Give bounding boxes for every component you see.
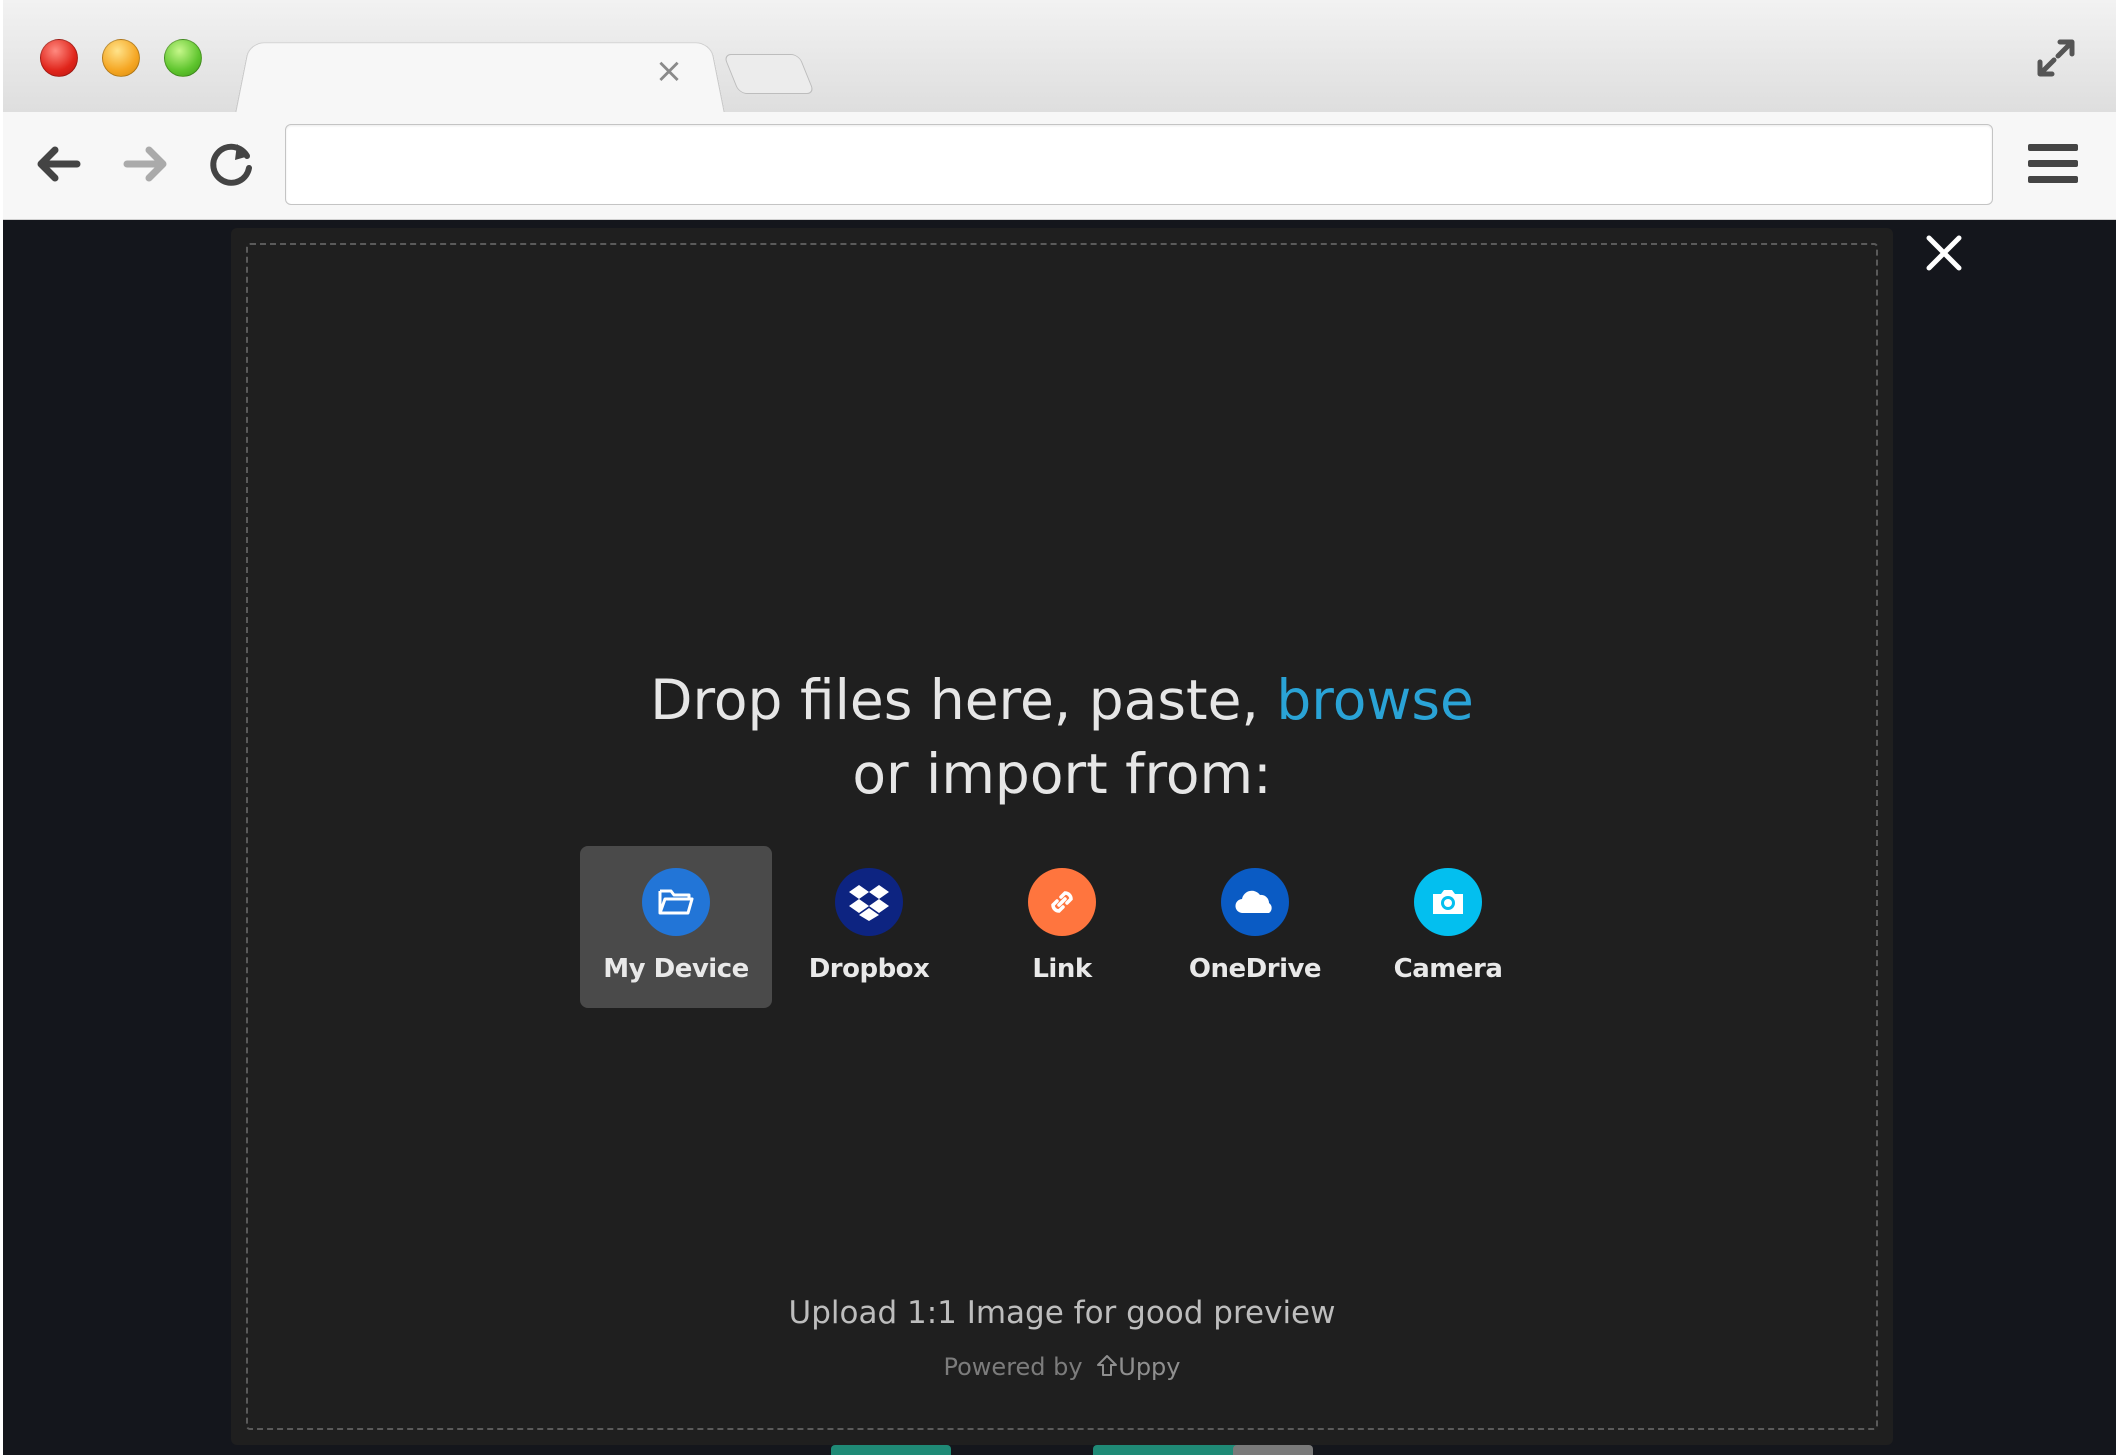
source-label: Link	[1032, 954, 1092, 984]
uppy-logo-icon	[1097, 1355, 1118, 1376]
source-label: My Device	[603, 954, 749, 984]
source-label: Camera	[1393, 954, 1503, 984]
tab-close-icon[interactable]: ×	[653, 54, 685, 88]
source-label: Dropbox	[808, 954, 930, 984]
drop-instructions: Drop files here, paste, browse or import…	[231, 663, 1893, 811]
browser-toolbar	[3, 112, 2116, 220]
title-bar: ×	[3, 0, 2116, 115]
new-tab-button[interactable]	[722, 54, 816, 94]
background-shape	[1233, 1445, 1313, 1455]
source-link[interactable]: Link	[966, 846, 1158, 1008]
reload-icon[interactable]	[203, 136, 259, 192]
onedrive-icon	[1221, 868, 1289, 936]
link-icon	[1028, 868, 1096, 936]
source-dropbox[interactable]: Dropbox	[773, 846, 965, 1008]
fullscreen-icon[interactable]	[2034, 36, 2078, 80]
source-camera[interactable]: Camera	[1352, 846, 1544, 1008]
upload-note: Upload 1:1 Image for good preview	[788, 1295, 1336, 1331]
zoom-window-button[interactable]	[164, 39, 202, 77]
folder-icon	[642, 868, 710, 936]
uppy-brand[interactable]: Uppy	[1118, 1353, 1180, 1381]
headline-text: Drop files here, paste,	[650, 668, 1277, 732]
background-shape	[831, 1445, 951, 1455]
import-from-text: or import from:	[852, 742, 1272, 806]
browser-window: × Drop files here, paste, browse or impo…	[3, 0, 2116, 1455]
browser-tab[interactable]	[235, 42, 725, 115]
dropbox-icon	[835, 868, 903, 936]
camera-icon	[1414, 868, 1482, 936]
minimize-window-button[interactable]	[102, 39, 140, 77]
address-bar[interactable]	[285, 124, 1993, 205]
powered-by: Powered by Uppy	[231, 1353, 1893, 1381]
hamburger-menu-icon[interactable]	[2028, 142, 2078, 186]
source-my-device[interactable]: My Device	[580, 846, 772, 1008]
source-list: My Device Dropbox Link OneDrive Camera	[580, 846, 1545, 1008]
page-viewport: Drop files here, paste, browse or import…	[3, 220, 2116, 1455]
powered-by-text: Powered by	[943, 1353, 1083, 1381]
close-window-button[interactable]	[40, 39, 78, 77]
browse-link[interactable]: browse	[1276, 668, 1473, 732]
source-label: OneDrive	[1188, 954, 1322, 984]
close-icon[interactable]	[1919, 228, 1969, 278]
uploader-modal: Drop files here, paste, browse or import…	[231, 228, 1893, 1445]
drop-zone[interactable]	[246, 243, 1878, 1430]
forward-arrow-icon[interactable]	[117, 136, 173, 192]
source-onedrive[interactable]: OneDrive	[1159, 846, 1351, 1008]
back-arrow-icon[interactable]	[31, 136, 87, 192]
